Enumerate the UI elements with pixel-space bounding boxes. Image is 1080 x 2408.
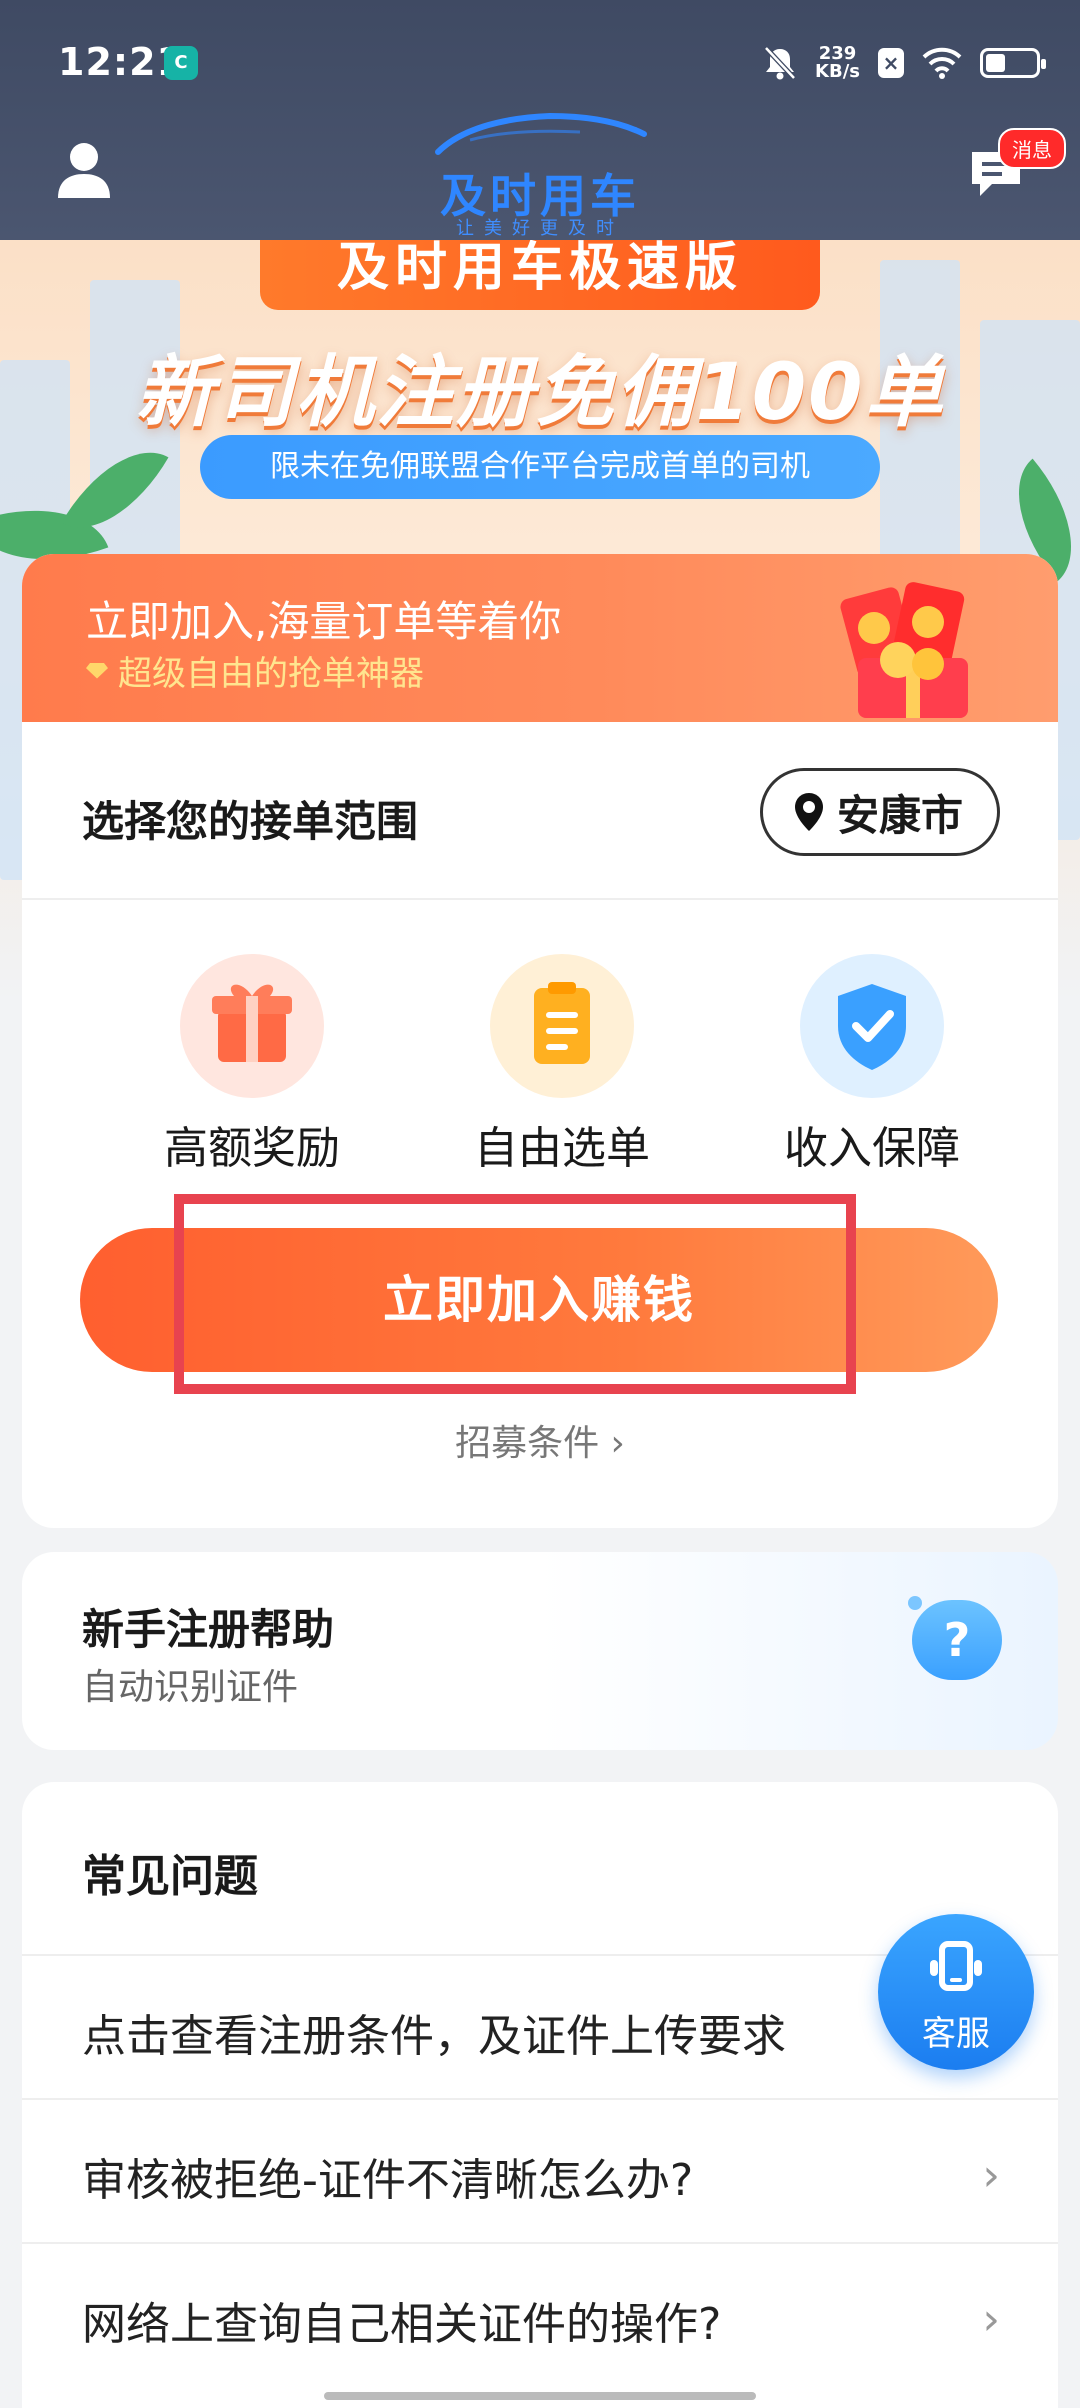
home-indicator[interactable] <box>324 2392 756 2400</box>
message-badge[interactable]: 消息 <box>998 128 1066 169</box>
faq-title: 常见问题 <box>82 1851 258 1902</box>
join-card-subtitle: 超级自由的抢单神器 <box>86 646 424 695</box>
clipboard-icon <box>490 954 634 1098</box>
app-logo: 及时用车 让美好更及时 <box>430 110 650 239</box>
join-card-title: 立即加入,海量订单等着你 <box>86 597 562 646</box>
gift-icon <box>180 954 324 1098</box>
app-header: 12:21 C 239 KB/s × 及时用车 让美好更及时 消息 <box>0 0 1080 240</box>
recruitment-conditions-link[interactable]: 招募条件 › <box>22 1414 1058 1466</box>
city-name: 安康市 <box>836 790 963 840</box>
banner-ribbon: 及时用车极速版 <box>260 240 820 310</box>
app-notification-icon: C <box>164 46 198 80</box>
logo-subtitle: 让美好更及时 <box>456 218 624 239</box>
customer-service-button[interactable]: 客服 <box>878 1914 1034 2070</box>
registration-help-card[interactable]: 新手注册帮助 自动识别证件 ? <box>22 1552 1058 1750</box>
bubble-dot-decoration <box>908 1596 922 1610</box>
order-range-row: 选择您的接单范围 安康市 <box>22 722 1058 900</box>
banner-headline: 新司机注册免佣100单 <box>135 348 945 438</box>
join-earn-button[interactable]: 立即加入赚钱 <box>80 1228 998 1372</box>
question-bubble-icon: ? <box>912 1600 1002 1680</box>
join-card-header: 立即加入,海量订单等着你 超级自由的抢单神器 <box>22 554 1058 722</box>
network-speed: 239 KB/s <box>815 43 860 82</box>
chevron-right-icon: › <box>982 2150 1000 2201</box>
banner-eligibility-note: 限未在免佣联盟合作平台完成首单的司机 <box>200 435 880 499</box>
faq-item[interactable]: 网络上查询自己相关证件的操作? › <box>22 2242 1058 2386</box>
feature-item-free-choice: 自由选单 <box>432 954 692 1176</box>
mute-icon <box>764 46 796 80</box>
wifi-icon <box>922 47 962 79</box>
red-envelope-gift-icon <box>840 582 968 718</box>
city-selector-button[interactable]: 安康市 <box>759 768 1000 856</box>
diamond-icon <box>86 662 108 679</box>
feature-list: 高额奖励 自由选单 收入保障 <box>22 954 1058 1184</box>
location-pin-icon <box>794 793 823 831</box>
order-range-label: 选择您的接单范围 <box>82 797 419 846</box>
status-icons: 239 KB/s × <box>763 40 1046 86</box>
shield-check-icon <box>800 954 944 1098</box>
customer-service-label: 客服 <box>922 2014 990 2054</box>
help-subtitle: 自动识别证件 <box>82 1667 299 1708</box>
battery-icon <box>980 48 1046 78</box>
faq-card: 常见问题 点击查看注册条件，及证件上传要求 审核被拒绝-证件不清晰怎么办? › … <box>22 1782 1058 2408</box>
chevron-right-icon: › <box>982 2294 1000 2345</box>
car-outline-icon <box>435 112 647 155</box>
headset-icon <box>930 1941 982 1991</box>
join-card: 立即加入,海量订单等着你 超级自由的抢单神器 选择您的接单范围 安康市 高额奖励… <box>22 554 1058 1528</box>
feature-item-income-guarantee: 收入保障 <box>742 954 1002 1176</box>
help-title: 新手注册帮助 <box>82 1605 335 1654</box>
profile-icon[interactable] <box>56 140 112 200</box>
feature-item-reward: 高额奖励 <box>122 954 382 1176</box>
sim-off-icon: × <box>878 48 904 78</box>
faq-item[interactable]: 审核被拒绝-证件不清晰怎么办? › <box>22 2098 1058 2242</box>
